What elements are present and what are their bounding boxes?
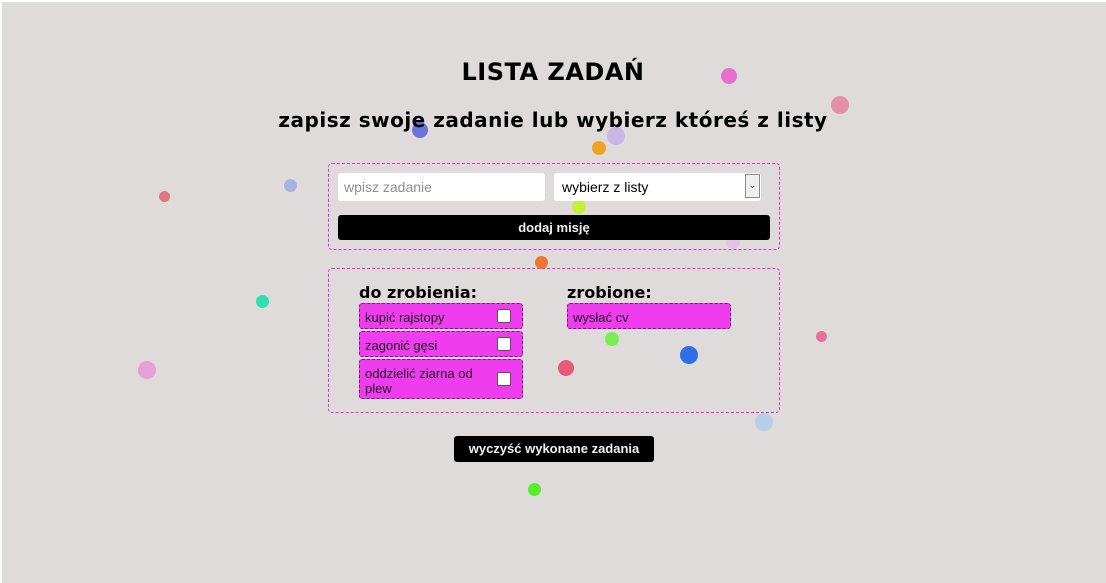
done-item-label: wysłać cv (573, 310, 629, 325)
todo-item-checkbox[interactable] (497, 372, 511, 386)
todo-item[interactable]: zagonić gęsi (359, 331, 523, 357)
todo-item-label: oddzielić ziarna od plew (365, 366, 473, 396)
decorative-bubble (284, 179, 297, 192)
done-item[interactable]: wysłać cv (567, 303, 731, 329)
page-subtitle: zapisz swoje zadanie lub wybierz któreś … (278, 108, 828, 132)
decorative-bubble (816, 331, 827, 342)
chevron-down-icon[interactable]: ⌄ (745, 174, 760, 198)
todo-item-label: kupić rajstopy (365, 310, 445, 325)
todo-item-checkbox[interactable] (497, 337, 511, 351)
todo-list-title: do zrobienia: (359, 283, 478, 302)
todo-item-label: zagonić gęsi (365, 338, 438, 353)
add-task-button[interactable]: dodaj misję (338, 215, 770, 240)
todo-item[interactable]: oddzielić ziarna od plew (359, 359, 523, 399)
done-list-title: zrobione: (567, 283, 652, 302)
todo-item-checkbox[interactable] (497, 309, 511, 323)
decorative-bubble (592, 141, 606, 155)
decorative-bubble (528, 483, 541, 496)
task-input[interactable] (338, 173, 545, 201)
decorative-bubble (159, 191, 170, 202)
task-select[interactable]: wybierz z listy ⌄ (554, 173, 761, 201)
decorative-bubble (138, 361, 156, 379)
page-title: LISTA ZADAŃ (461, 58, 645, 86)
decorative-bubble (755, 413, 773, 431)
task-select-value: wybierz z listy (562, 179, 649, 195)
decorative-bubble (256, 295, 269, 308)
todo-item[interactable]: kupić rajstopy (359, 303, 523, 329)
clear-done-button[interactable]: wyczyść wykonane zadania (454, 436, 654, 462)
